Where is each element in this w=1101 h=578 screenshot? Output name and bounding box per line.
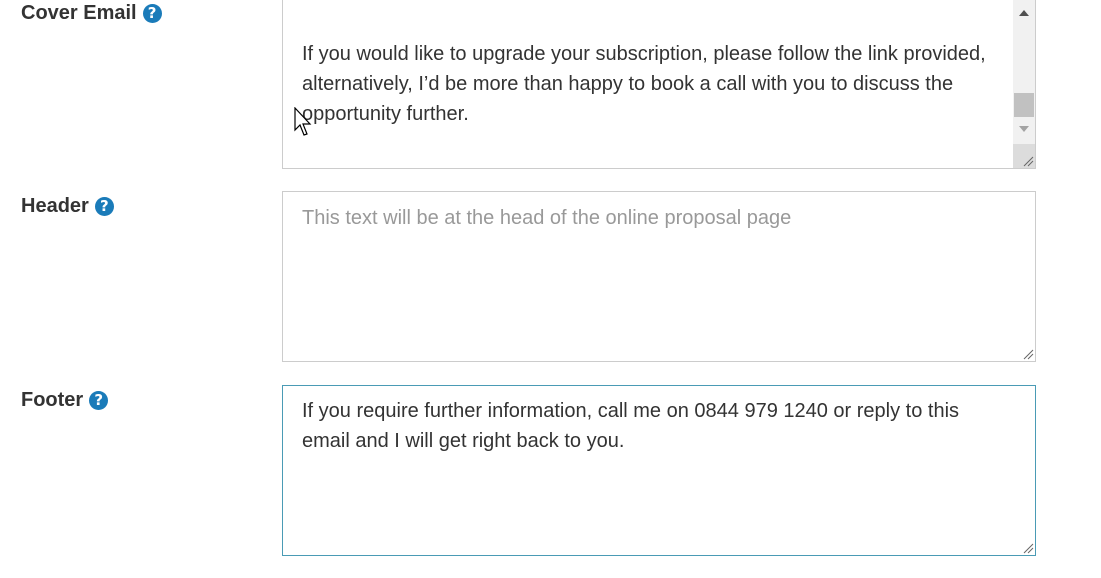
- cover-email-scrollbar[interactable]: [1013, 0, 1035, 168]
- header-label: Header: [21, 195, 89, 217]
- scroll-up-arrow-icon[interactable]: [1013, 3, 1035, 23]
- resize-grip-icon[interactable]: [1022, 155, 1034, 167]
- footer-value: If you require further information, call…: [302, 400, 960, 452]
- header-placeholder: This text will be at the head of the onl…: [302, 207, 792, 229]
- footer-text: If you require further information, call…: [302, 396, 999, 456]
- resize-grip-icon[interactable]: [1022, 348, 1034, 360]
- header-textarea[interactable]: This text will be at the head of the onl…: [282, 191, 1036, 362]
- header-label-group: Header ?: [21, 195, 114, 218]
- scroll-thumb[interactable]: [1014, 93, 1034, 117]
- help-icon[interactable]: ?: [142, 4, 162, 23]
- cover-email-paragraph: If you would like to upgrade your subscr…: [302, 43, 986, 125]
- cover-email-label: Cover Email: [21, 2, 137, 24]
- footer-label-group: Footer ?: [21, 389, 109, 412]
- footer-label: Footer: [21, 389, 84, 411]
- cover-email-label-group: Cover Email ?: [21, 2, 162, 25]
- scroll-down-arrow-icon[interactable]: [1013, 119, 1035, 139]
- help-icon[interactable]: ?: [94, 197, 114, 216]
- footer-textarea[interactable]: If you require further information, call…: [282, 385, 1036, 556]
- header-text: This text will be at the head of the onl…: [302, 203, 999, 233]
- resize-grip-icon[interactable]: [1022, 542, 1034, 554]
- cover-email-text: If you would like to upgrade your subscr…: [302, 39, 999, 129]
- cover-email-textarea[interactable]: If you would like to upgrade your subscr…: [282, 0, 1036, 169]
- help-icon[interactable]: ?: [89, 391, 109, 410]
